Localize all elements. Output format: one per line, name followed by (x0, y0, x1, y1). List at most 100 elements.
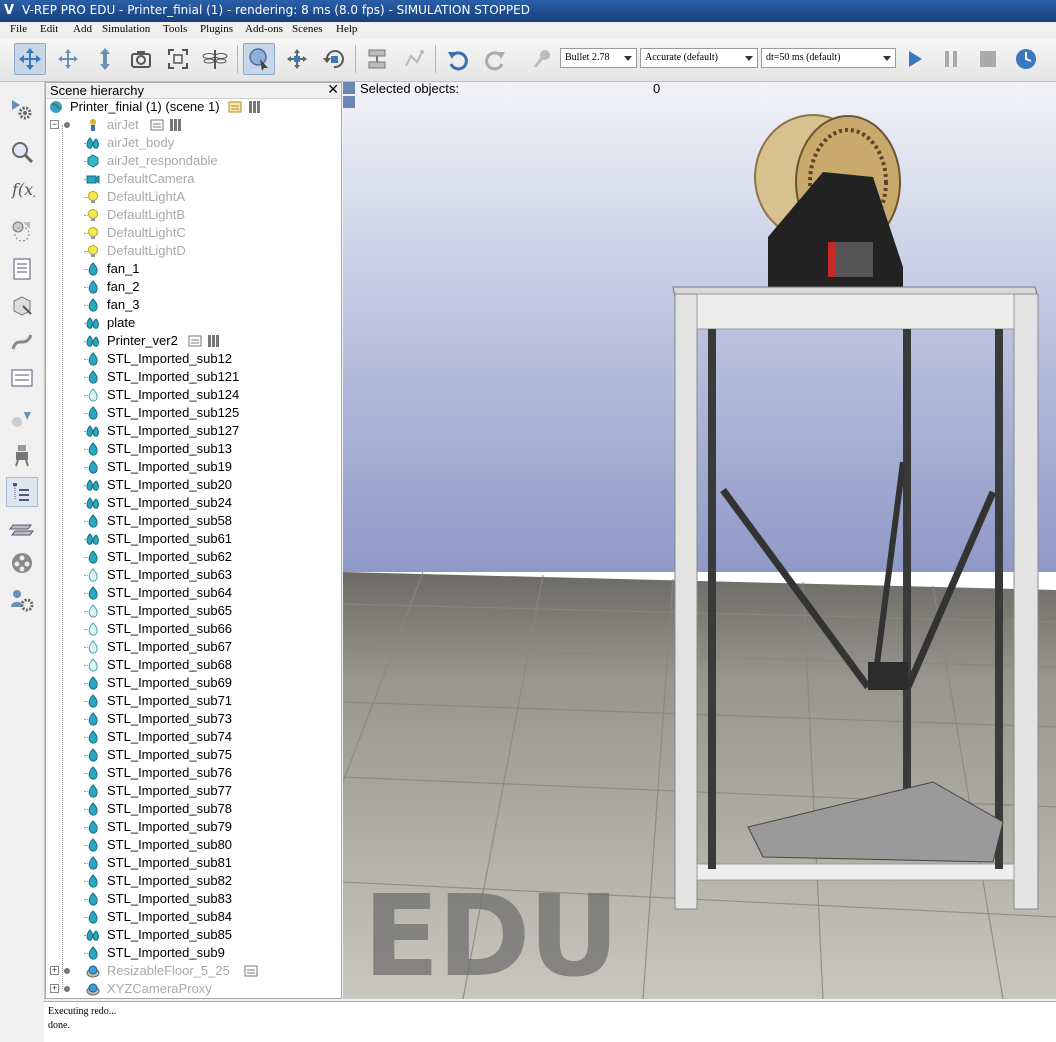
pause-simulation-button[interactable] (935, 43, 967, 75)
hierarchy-item[interactable]: STL_Imported_sub84 (46, 908, 341, 926)
menu-file[interactable]: File (7, 23, 30, 35)
hierarchy-item[interactable]: STL_Imported_sub66 (46, 620, 341, 638)
hierarchy-item[interactable]: STL_Imported_sub74 (46, 728, 341, 746)
hierarchy-item[interactable]: STL_Imported_sub61 (46, 530, 341, 548)
layers-button[interactable] (6, 514, 38, 544)
stop-simulation-button[interactable] (972, 43, 1004, 75)
assemble-button[interactable] (199, 43, 231, 75)
scene-viewport[interactable]: Selected objects: 0 EDU (343, 82, 1056, 999)
hierarchy-item[interactable]: STL_Imported_sub73 (46, 710, 341, 728)
hierarchy-item[interactable]: STL_Imported_sub58 (46, 512, 341, 530)
expand-toggle-icon[interactable]: + (50, 984, 59, 993)
hierarchy-item[interactable]: − airJet (46, 116, 341, 134)
hierarchy-item[interactable]: plate (46, 314, 341, 332)
camera-pan-button[interactable] (14, 43, 46, 75)
transfer-dna-button[interactable] (398, 43, 430, 75)
hierarchy-item[interactable]: STL_Imported_sub9 (46, 944, 341, 962)
hierarchy-item[interactable]: STL_Imported_sub78 (46, 800, 341, 818)
expand-toggle-icon[interactable]: + (50, 966, 59, 975)
menu-add[interactable]: Add (70, 23, 95, 35)
camera-angle-button[interactable] (125, 43, 157, 75)
hierarchy-item[interactable]: fan_3 (46, 296, 341, 314)
hierarchy-item[interactable]: STL_Imported_sub63 (46, 566, 341, 584)
scene-root[interactable]: Printer_finial (1) (scene 1) (46, 98, 341, 116)
menu-simulation[interactable]: Simulation (99, 23, 153, 35)
scripts-button[interactable] (6, 254, 38, 284)
hierarchy-item[interactable]: airJet_body (46, 134, 341, 152)
hierarchy-item[interactable]: STL_Imported_sub77 (46, 782, 341, 800)
hierarchy-item[interactable]: STL_Imported_sub68 (46, 656, 341, 674)
object-properties-button[interactable] (6, 137, 38, 167)
hierarchy-item[interactable]: airJet_respondable (46, 152, 341, 170)
collections-button[interactable] (6, 216, 38, 246)
undo-button[interactable] (442, 43, 474, 75)
hierarchy-item[interactable]: DefaultCamera (46, 170, 341, 188)
robot-models-button[interactable] (6, 440, 38, 470)
path-edit-button[interactable] (6, 327, 38, 357)
menu-scenes[interactable]: Scenes (289, 23, 326, 35)
hierarchy-item[interactable]: STL_Imported_sub65 (46, 602, 341, 620)
hierarchy-item[interactable]: STL_Imported_sub85 (46, 926, 341, 944)
camera-rotate-button[interactable] (52, 43, 84, 75)
expand-toggle-icon[interactable]: − (50, 120, 59, 129)
hierarchy-item[interactable]: STL_Imported_sub67 (46, 638, 341, 656)
physics-engine-select[interactable]: Bullet 2.78 (560, 48, 637, 68)
object-rotate-button[interactable] (318, 43, 350, 75)
menu-addons[interactable]: Add-ons (242, 23, 286, 35)
hierarchy-item[interactable]: DefaultLightC (46, 224, 341, 242)
hierarchy-item[interactable]: STL_Imported_sub24 (46, 494, 341, 512)
hierarchy-item[interactable]: Printer_ver2 (46, 332, 341, 350)
model-browser-button[interactable] (6, 404, 38, 434)
hierarchy-item[interactable]: DefaultLightD (46, 242, 341, 260)
simulation-settings-button[interactable] (6, 94, 38, 124)
redo-button[interactable] (479, 43, 511, 75)
hierarchy-item[interactable]: STL_Imported_sub75 (46, 746, 341, 764)
hierarchy-item[interactable]: STL_Imported_sub121 (46, 368, 341, 386)
hierarchy-item[interactable]: DefaultLightA (46, 188, 341, 206)
hierarchy-item[interactable]: STL_Imported_sub13 (46, 440, 341, 458)
hierarchy-item[interactable]: STL_Imported_sub69 (46, 674, 341, 692)
hierarchy-item[interactable]: STL_Imported_sub19 (46, 458, 341, 476)
hierarchy-item[interactable]: STL_Imported_sub83 (46, 890, 341, 908)
hierarchy-item[interactable]: STL_Imported_sub64 (46, 584, 341, 602)
hierarchy-item[interactable]: fan_1 (46, 260, 341, 278)
visibility-dot-icon[interactable] (64, 122, 70, 128)
selection-button[interactable] (6, 363, 38, 393)
object-select-button[interactable] (243, 43, 275, 75)
menu-edit[interactable]: Edit (37, 23, 61, 35)
hierarchy-item[interactable]: STL_Imported_sub124 (46, 386, 341, 404)
camera-shift-button[interactable] (89, 43, 121, 75)
visibility-dot-icon[interactable] (64, 986, 70, 992)
user-settings-button[interactable] (6, 585, 38, 615)
hierarchy-item[interactable]: STL_Imported_sub76 (46, 764, 341, 782)
hierarchy-item[interactable]: STL_Imported_sub12 (46, 350, 341, 368)
hierarchy-item[interactable]: + XYZCameraProxy (46, 980, 341, 998)
realtime-mode-button[interactable] (1010, 43, 1042, 75)
timestep-select[interactable]: dt=50 ms (default) (761, 48, 896, 68)
assemble-parent-button[interactable] (361, 43, 393, 75)
hierarchy-item[interactable]: DefaultLightB (46, 206, 341, 224)
visibility-dot-icon[interactable] (64, 968, 70, 974)
hierarchy-item[interactable]: STL_Imported_sub79 (46, 818, 341, 836)
calculation-modules-button[interactable]: f(x) (6, 174, 38, 204)
hierarchy-item[interactable]: STL_Imported_sub62 (46, 548, 341, 566)
hierarchy-item[interactable]: STL_Imported_sub81 (46, 854, 341, 872)
close-icon[interactable]: ✕ (327, 83, 339, 98)
hierarchy-item[interactable]: STL_Imported_sub82 (46, 872, 341, 890)
accuracy-select[interactable]: Accurate (default) (640, 48, 758, 68)
video-recorder-button[interactable] (6, 548, 38, 578)
hierarchy-item[interactable]: STL_Imported_sub127 (46, 422, 341, 440)
hierarchy-item[interactable]: STL_Imported_sub71 (46, 692, 341, 710)
hierarchy-item[interactable]: fan_2 (46, 278, 341, 296)
hierarchy-item[interactable]: STL_Imported_sub20 (46, 476, 341, 494)
menu-plugins[interactable]: Plugins (197, 23, 236, 35)
dynamics-button[interactable] (526, 43, 558, 75)
fit-to-view-button[interactable] (162, 43, 194, 75)
hierarchy-item[interactable]: STL_Imported_sub125 (46, 404, 341, 422)
hierarchy-item[interactable]: STL_Imported_sub80 (46, 836, 341, 854)
hierarchy-item[interactable]: + ResizableFloor_5_25 (46, 962, 341, 980)
shape-edit-button[interactable] (6, 290, 38, 320)
menu-help[interactable]: Help (333, 23, 360, 35)
object-shift-button[interactable] (281, 43, 313, 75)
start-simulation-button[interactable] (898, 43, 930, 75)
